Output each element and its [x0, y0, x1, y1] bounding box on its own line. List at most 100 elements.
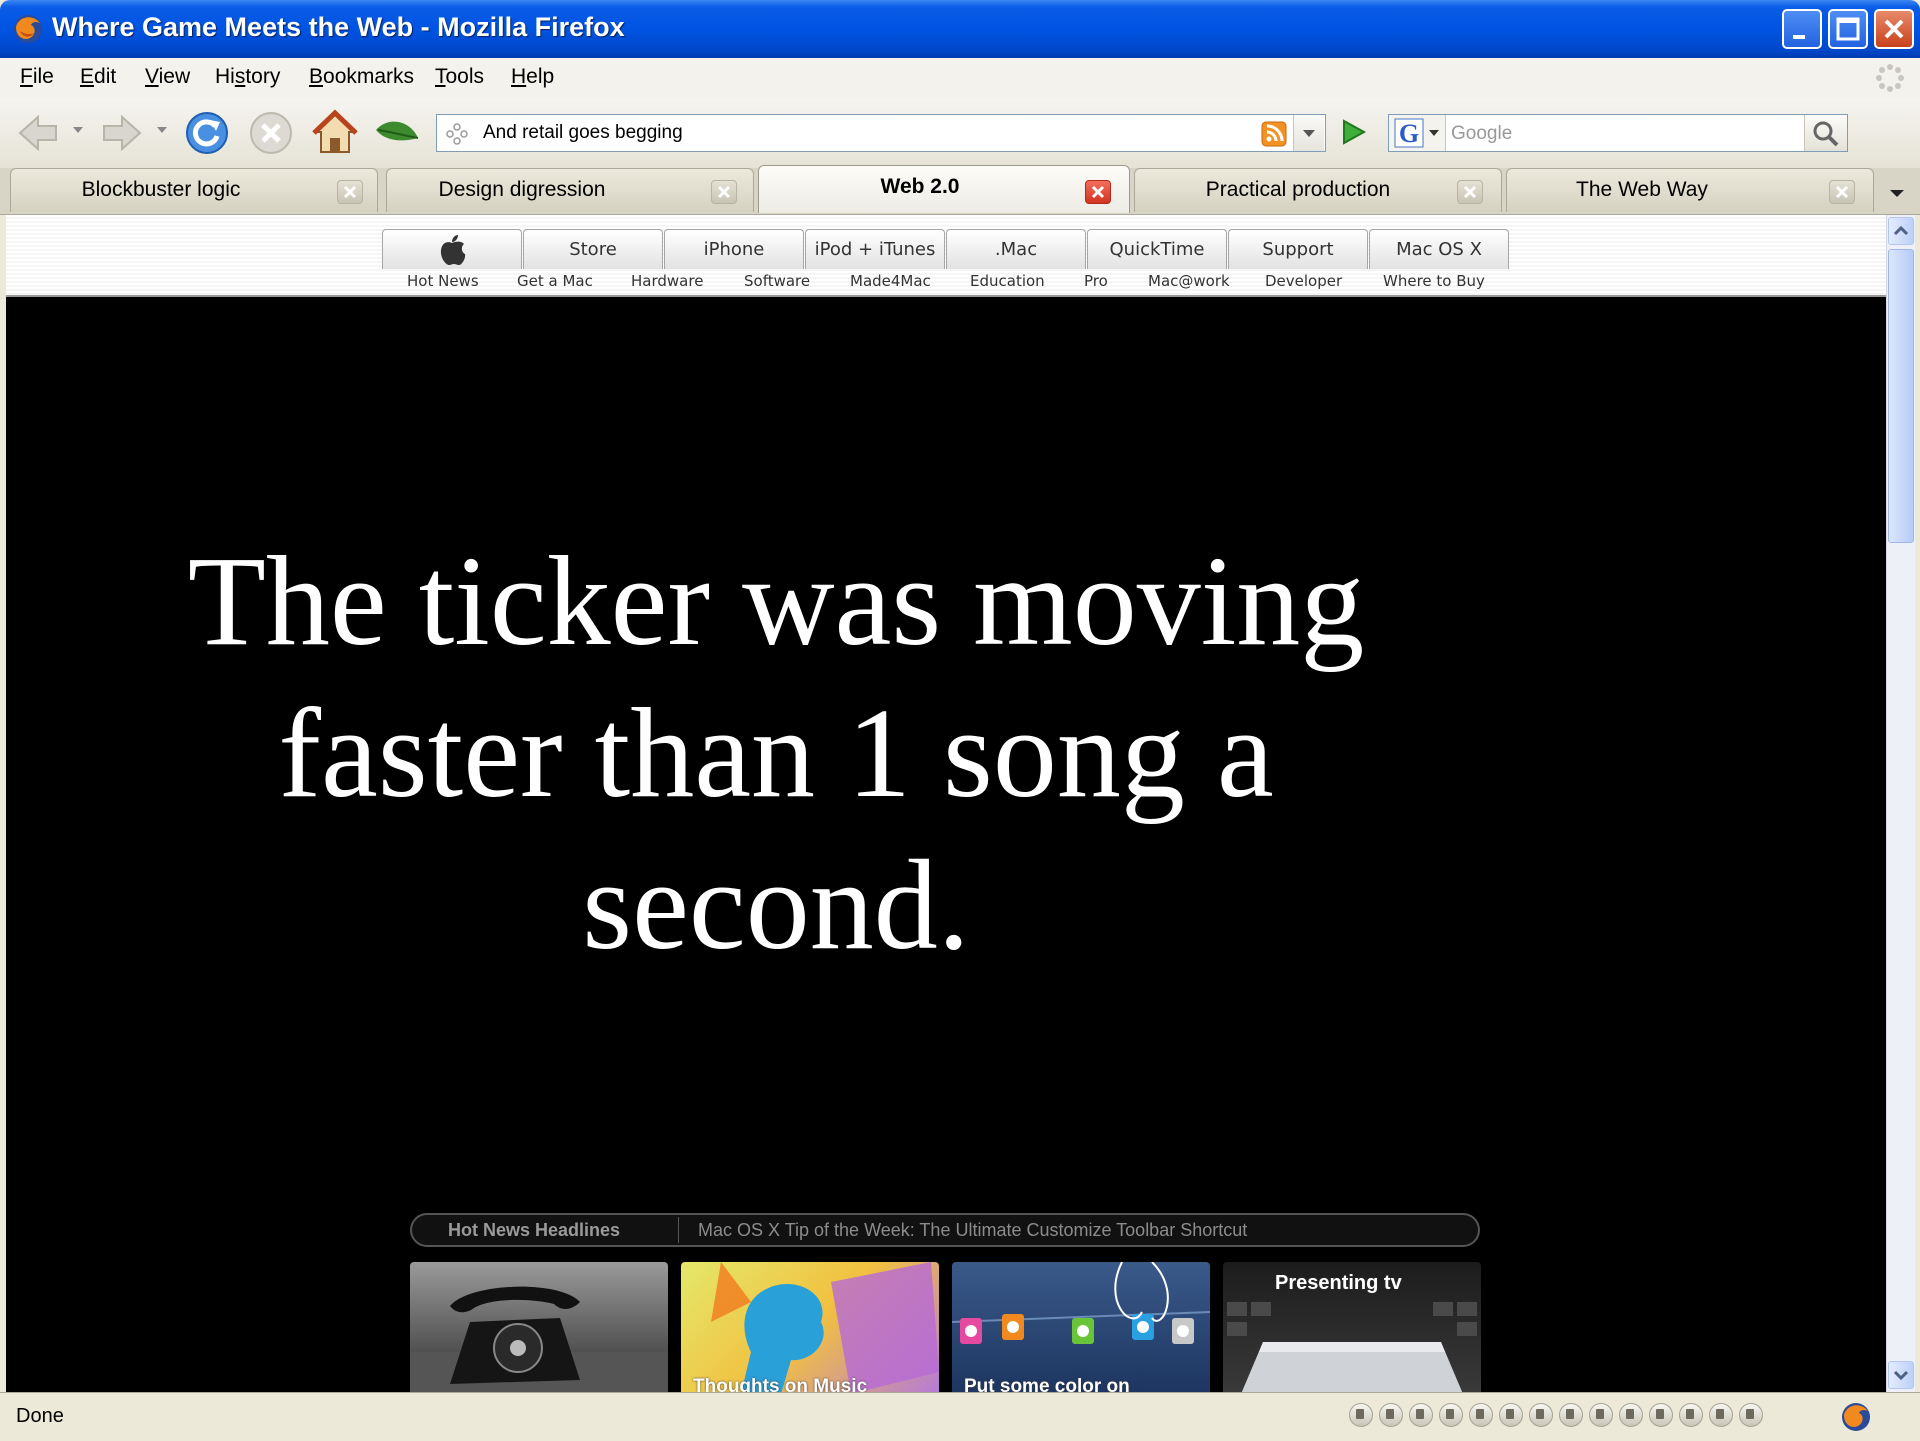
vertical-scrollbar[interactable] — [1886, 215, 1915, 1392]
media-prev-icon[interactable] — [1349, 1403, 1373, 1427]
apple-link-pro[interactable]: Pro — [1084, 272, 1108, 290]
media-next-icon[interactable] — [1709, 1403, 1733, 1427]
media-pause-icon[interactable] — [1469, 1403, 1493, 1427]
tab-web-2-0[interactable]: Web 2.0 — [758, 165, 1130, 213]
magnifier-icon — [1813, 121, 1839, 147]
scroll-up-button[interactable] — [1888, 217, 1914, 245]
tab-close-button[interactable] — [337, 180, 363, 204]
close-icon — [343, 185, 357, 199]
menu-edit[interactable]: Edit — [80, 65, 116, 89]
reload-icon[interactable] — [182, 108, 232, 158]
apple-tab-iphone[interactable]: iPhone — [664, 229, 804, 269]
media-play-icon[interactable] — [1439, 1403, 1463, 1427]
apple-link-hot-news[interactable]: Hot News — [407, 272, 479, 290]
apple-tab-quicktime[interactable]: QuickTime — [1087, 229, 1227, 269]
promo-caption: Put some color on — [964, 1376, 1130, 1392]
promo-shuffle-colors[interactable]: Put some color on — [952, 1262, 1210, 1392]
maximize-icon — [1836, 17, 1860, 41]
apple-tab-mac-os-x[interactable]: Mac OS X — [1369, 229, 1509, 269]
apple-link-made4mac[interactable]: Made4Mac — [850, 272, 931, 290]
browser-window: Where Game Meets the Web - Mozilla Firef… — [0, 0, 1920, 1441]
media-down-icon[interactable] — [1649, 1403, 1673, 1427]
tab-blockbuster-logic[interactable]: Blockbuster logic — [10, 168, 378, 212]
all-tabs-dropdown-icon[interactable] — [1880, 174, 1914, 210]
tab-label: Web 2.0 — [880, 175, 960, 198]
apple-tab-ipod-itunes[interactable]: iPod + iTunes — [805, 229, 945, 269]
menu-file[interactable]: File — [20, 65, 54, 89]
promo-telephone[interactable] — [410, 1262, 668, 1392]
home-icon[interactable] — [310, 108, 360, 158]
back-history-dropdown-icon[interactable] — [70, 122, 86, 138]
apple-link-where-to-buy[interactable]: Where to Buy — [1383, 272, 1485, 290]
forward-arrow-icon[interactable] — [96, 108, 146, 158]
hot-news-bar[interactable]: Hot News Headlines Mac OS X Tip of the W… — [410, 1213, 1480, 1247]
media-previous-track-icon[interactable] — [1409, 1403, 1433, 1427]
tab-close-button[interactable] — [1829, 180, 1855, 204]
svg-text:G: G — [1399, 119, 1419, 148]
media-stop-icon[interactable] — [1499, 1403, 1523, 1427]
search-box[interactable]: G — [1388, 114, 1848, 152]
apple-tab-label: Support — [1262, 239, 1334, 260]
apple-logo-tab[interactable] — [382, 229, 522, 269]
media-next-track-icon[interactable] — [1529, 1403, 1553, 1427]
apple-link-education[interactable]: Education — [970, 272, 1045, 290]
apple-link-get-a-mac[interactable]: Get a Mac — [517, 272, 593, 290]
status-bar: Done — [0, 1392, 1920, 1441]
minimize-button[interactable] — [1782, 9, 1822, 49]
apple-tab-store[interactable]: Store — [523, 229, 663, 269]
apple-link-software[interactable]: Software — [744, 272, 810, 290]
apple-tab-label: iPhone — [703, 239, 765, 260]
hot-news-headline[interactable]: Mac OS X Tip of the Week: The Ultimate C… — [698, 1220, 1247, 1241]
leaf-icon[interactable] — [372, 116, 422, 150]
tab-the-web-way[interactable]: The Web Way — [1506, 168, 1874, 212]
close-icon — [1884, 19, 1904, 39]
tab-close-button[interactable] — [1457, 180, 1483, 204]
close-window-button[interactable] — [1874, 9, 1914, 49]
apple-logo-icon — [440, 235, 466, 265]
menu-tools[interactable]: Tools — [435, 65, 484, 89]
address-history-dropdown[interactable] — [1293, 115, 1324, 151]
tab-label: Design digression — [438, 178, 606, 201]
itunes-icon[interactable] — [1379, 1403, 1403, 1427]
search-input[interactable] — [1449, 119, 1783, 149]
media-up-icon[interactable] — [1619, 1403, 1643, 1427]
address-bar[interactable]: And retail goes begging — [436, 114, 1326, 152]
scroll-thumb[interactable] — [1888, 249, 1914, 543]
rss-feed-icon[interactable] — [1261, 121, 1287, 147]
address-text[interactable]: And retail goes begging — [483, 122, 683, 144]
tab-close-button[interactable] — [1085, 180, 1111, 204]
search-engine-selector[interactable]: G — [1389, 115, 1446, 151]
statusbar-arrow-icon[interactable] — [1739, 1403, 1763, 1427]
media-eject-icon[interactable] — [1589, 1403, 1613, 1427]
maximize-button[interactable] — [1828, 9, 1868, 49]
apple-tab-label: iPod + iTunes — [814, 239, 936, 260]
status-text: Done — [16, 1405, 64, 1427]
media-controls[interactable] — [1346, 1403, 1766, 1433]
menu-bookmarks[interactable]: Bookmarks — [309, 65, 414, 89]
tab-close-button[interactable] — [711, 180, 737, 204]
site-favicon-icon — [446, 123, 468, 145]
back-arrow-icon[interactable] — [14, 108, 64, 158]
tab-strip: Blockbuster logic Design digression Web … — [0, 165, 1920, 215]
go-arrow-icon[interactable] — [1336, 115, 1370, 149]
menu-history[interactable]: History — [215, 65, 280, 89]
scroll-down-button[interactable] — [1888, 1361, 1914, 1389]
firefox-status-icon[interactable] — [1840, 1401, 1872, 1433]
menu-help[interactable]: Help — [511, 65, 554, 89]
forward-history-dropdown-icon[interactable] — [154, 122, 170, 138]
media-note-icon[interactable] — [1559, 1403, 1583, 1427]
apple-link-hardware[interactable]: Hardware — [631, 272, 703, 290]
menu-view[interactable]: View — [145, 65, 190, 89]
search-button[interactable] — [1804, 115, 1847, 151]
promo-apple-tv[interactable]: Presenting tv — [1223, 1262, 1481, 1392]
stop-icon[interactable] — [246, 108, 296, 158]
tab-practical-production[interactable]: Practical production — [1134, 168, 1502, 212]
promo-thoughts-on-music[interactable]: Thoughts on Music — [681, 1262, 939, 1392]
apple-link-developer[interactable]: Developer — [1265, 272, 1342, 290]
apple-tab-mac[interactable]: .Mac — [946, 229, 1086, 269]
apple-navigation: Store iPhone iPod + iTunes .Mac QuickTim… — [6, 215, 1886, 297]
tab-design-digression[interactable]: Design digression — [386, 168, 754, 212]
volume-icon[interactable] — [1679, 1403, 1703, 1427]
apple-link-mac-at-work[interactable]: Mac@work — [1148, 272, 1230, 290]
apple-tab-support[interactable]: Support — [1228, 229, 1368, 269]
